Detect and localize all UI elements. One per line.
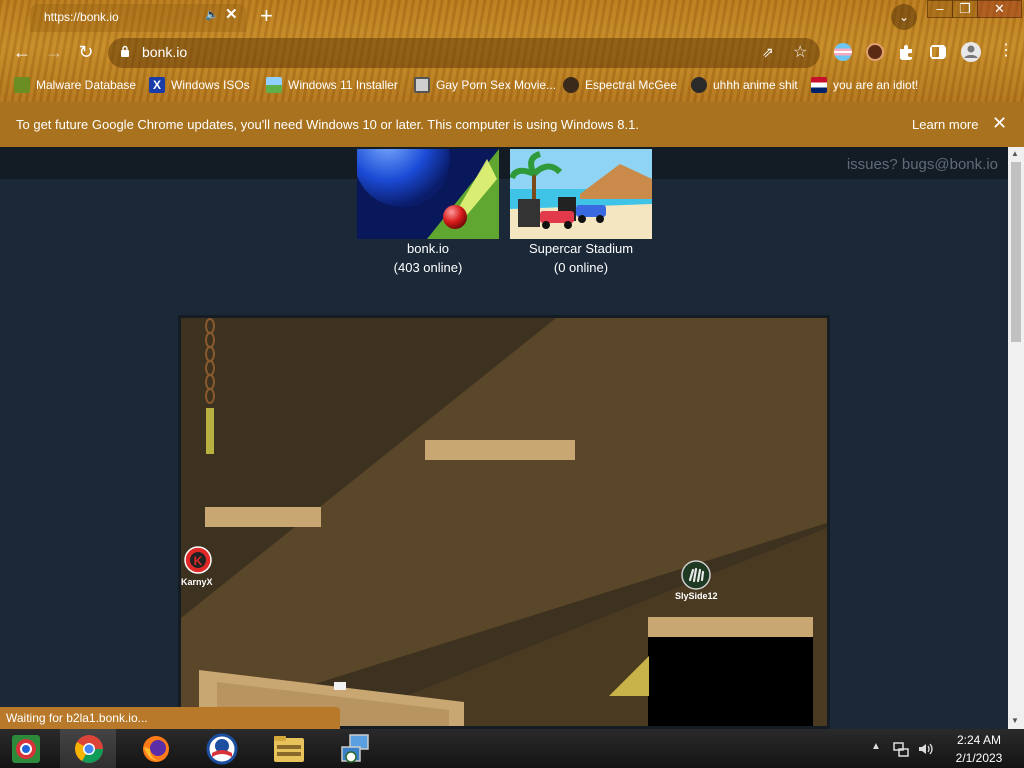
url-text[interactable]: bonk.io <box>142 44 187 60</box>
share-icon[interactable]: ⇗ <box>762 44 774 61</box>
black-block <box>648 637 813 726</box>
bonk-thumbnail-art <box>357 149 499 239</box>
game-thumbnail[interactable] <box>357 149 499 239</box>
update-infobar: To get future Google Chrome updates, you… <box>0 102 1024 147</box>
taskbar-app-obama[interactable] <box>194 729 250 768</box>
bookmark-star-icon[interactable]: ☆ <box>793 42 807 62</box>
anime-icon <box>691 77 707 93</box>
bookmark-item[interactable]: uhhh anime shit <box>691 77 798 93</box>
bookmark-label: uhhh anime shit <box>713 78 798 92</box>
player-avatar-karnyx: K <box>184 546 212 574</box>
speaker-icon[interactable]: 🔈 <box>205 9 219 21</box>
tray-expand-chevron-icon[interactable]: ▲ <box>871 741 881 752</box>
bookmark-label: Windows 11 Installer <box>288 78 398 92</box>
folder-icon <box>274 736 304 762</box>
firefox-icon <box>143 736 169 762</box>
scroll-down-arrow-icon[interactable]: ▼ <box>1011 716 1019 725</box>
network-tray-icon[interactable] <box>893 741 909 757</box>
chain-icon <box>205 318 215 454</box>
clock-time[interactable]: 2:24 AM <box>946 733 1012 747</box>
supercar-thumbnail-art <box>510 149 652 239</box>
status-bubble: Waiting for b2la1.bonk.io... <box>0 707 340 729</box>
svg-text:K: K <box>194 554 203 568</box>
bookmark-item[interactable]: Malware Database <box>14 77 136 93</box>
game-thumbnail[interactable] <box>510 149 652 239</box>
avatar-extension-icon[interactable] <box>866 43 884 61</box>
tab-search-chevron-icon[interactable]: ⌄ <box>891 4 917 30</box>
game-online-count: (403 online) <box>393 260 463 275</box>
address-bar[interactable] <box>108 38 820 68</box>
bookmark-item[interactable]: you are an idiot! <box>811 77 918 93</box>
game-card-supercar[interactable]: Supercar Stadium (0 online) <box>510 149 652 277</box>
bookmark-item[interactable]: Espectral McGee <box>563 77 677 93</box>
scrollbar-thumb[interactable] <box>1011 162 1021 342</box>
close-window-button[interactable]: ✕ <box>977 0 1022 18</box>
network-computer-icon <box>341 734 369 763</box>
taskbar-app-chromium[interactable] <box>0 729 56 768</box>
minimize-button[interactable]: – <box>927 0 953 18</box>
infobar-close-icon[interactable]: ✕ <box>992 114 1007 132</box>
game-card-bonk[interactable]: bonk.io (403 online) <box>357 149 499 277</box>
browser-toolbar: https://bonk.io 🔈 ✕ + ⌄ – ❐ ✕ ← → ↻ bonk… <box>0 0 1024 102</box>
infobar-message: To get future Google Chrome updates, you… <box>16 117 639 132</box>
puzzle-extensions-icon[interactable] <box>897 43 915 61</box>
player-name-slyside: SlySide12 <box>675 591 718 601</box>
learn-more-link[interactable]: Learn more <box>912 117 978 132</box>
game-preview-area[interactable]: K KarnyX SlySide12 <box>178 315 830 729</box>
new-tab-button[interactable]: + <box>260 5 273 27</box>
flag-icon <box>811 77 827 93</box>
page-content: issues? bugs@bonk.io bonk.io (403 online… <box>0 147 1008 729</box>
menu-kebab-icon[interactable]: ⋮ <box>998 43 1014 59</box>
player-avatar-slyside <box>681 560 711 590</box>
platform <box>205 507 321 527</box>
reload-icon[interactable]: ↻ <box>74 40 98 64</box>
disk-icon <box>414 77 430 93</box>
chromium-icon <box>12 735 40 763</box>
clock-date[interactable]: 2/1/2023 <box>946 751 1012 765</box>
face-icon <box>563 77 579 93</box>
taskbar-app-chrome[interactable] <box>60 729 116 768</box>
bookmark-label: Malware Database <box>36 78 137 92</box>
ramp-shape <box>609 656 649 696</box>
taskbar: ▲ 2:24 AM 2/1/2023 <box>0 729 1024 768</box>
chrome-icon <box>75 735 103 763</box>
back-arrow-icon[interactable]: ← <box>10 40 34 64</box>
volume-tray-icon[interactable] <box>917 741 933 757</box>
image-icon <box>266 77 282 93</box>
lock-icon[interactable] <box>120 45 130 57</box>
flag-extension-icon[interactable] <box>834 43 852 61</box>
game-name[interactable]: Supercar Stadium <box>510 239 652 258</box>
bookmark-item[interactable]: Windows 11 Installer <box>266 77 398 93</box>
game-online-count: (0 online) <box>553 260 609 275</box>
bookmark-label: Windows ISOs <box>171 78 250 92</box>
bookmark-label: Espectral McGee <box>585 78 678 92</box>
taskbar-app-network[interactable] <box>328 729 384 768</box>
bug-icon <box>14 77 30 93</box>
taskbar-app-explorer[interactable] <box>261 729 317 768</box>
player-name-karnyx: KarnyX <box>181 577 213 587</box>
bugs-contact-text: issues? bugs@bonk.io <box>846 156 998 173</box>
tab-close-button[interactable]: ✕ <box>225 7 238 23</box>
forward-arrow-icon[interactable]: → <box>42 40 66 64</box>
bookmark-item[interactable]: Gay Porn Sex Movie... <box>414 77 556 93</box>
taskbar-app-firefox[interactable] <box>128 729 184 768</box>
scroll-up-arrow-icon[interactable]: ▲ <box>1011 149 1019 158</box>
bookmarks-bar: Malware Database X Windows ISOs Windows … <box>0 72 1024 96</box>
restore-button[interactable]: ❐ <box>952 0 978 18</box>
side-panel-icon[interactable] <box>929 43 947 61</box>
bookmark-item[interactable]: X Windows ISOs <box>149 77 250 93</box>
obama-logo-icon <box>206 733 238 765</box>
bookmark-label: Gay Porn Sex Movie... <box>436 78 557 92</box>
x-icon: X <box>149 77 165 93</box>
game-name[interactable]: bonk.io <box>357 239 499 258</box>
header-strip: issues? bugs@bonk.io <box>0 147 1008 179</box>
profile-icon[interactable] <box>960 41 982 63</box>
tab-title[interactable]: https://bonk.io <box>44 10 119 24</box>
bookmark-label: you are an idiot! <box>833 78 919 92</box>
platform <box>648 617 813 637</box>
platform <box>425 440 575 460</box>
